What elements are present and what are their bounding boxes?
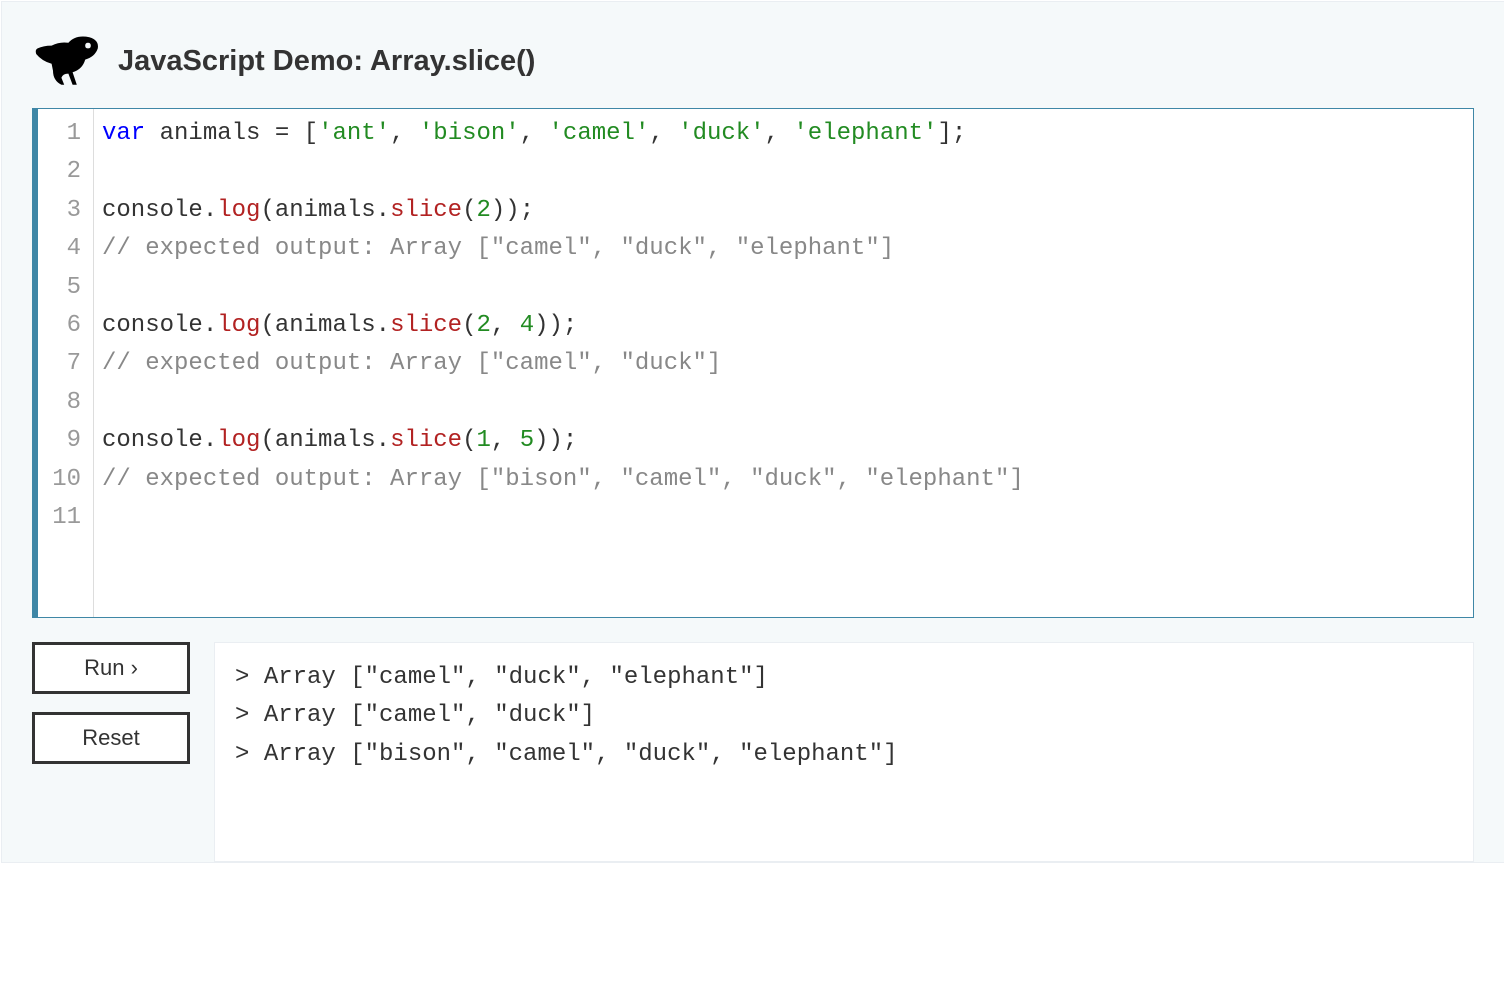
button-group: Run › Reset [32,642,190,764]
code-area[interactable]: var animals = ['ant', 'bison', 'camel', … [94,109,1473,617]
code-editor[interactable]: 1234567891011 var animals = ['ant', 'bis… [32,108,1474,618]
dino-logo-icon [32,32,102,90]
line-number: 3 [38,192,87,230]
code-line[interactable] [102,499,1465,537]
code-line[interactable]: console.log(animals.slice(1, 5)); [102,422,1465,460]
line-number: 2 [38,153,87,191]
console-line: Array ["camel", "duck", "elephant"] [235,659,1453,697]
console-line: Array ["camel", "duck"] [235,697,1453,735]
console-line: Array ["bison", "camel", "duck", "elepha… [235,736,1453,774]
line-number: 10 [38,461,87,499]
line-number: 9 [38,422,87,460]
code-line[interactable]: // expected output: Array ["camel", "duc… [102,345,1465,383]
line-gutter: 1234567891011 [38,109,94,617]
code-line[interactable]: // expected output: Array ["camel", "duc… [102,230,1465,268]
bottom-panel: Run › Reset Array ["camel", "duck", "ele… [32,642,1474,862]
header: JavaScript Demo: Array.slice() [32,32,1474,90]
console-output: Array ["camel", "duck", "elephant"]Array… [214,642,1474,862]
demo-container: JavaScript Demo: Array.slice() 123456789… [1,1,1504,863]
code-line[interactable]: // expected output: Array ["bison", "cam… [102,461,1465,499]
line-number: 7 [38,345,87,383]
line-number: 6 [38,307,87,345]
code-line[interactable] [102,153,1465,191]
run-button[interactable]: Run › [32,642,190,694]
line-number: 11 [38,499,87,537]
code-line[interactable] [102,269,1465,307]
demo-title: JavaScript Demo: Array.slice() [118,45,535,78]
code-line[interactable]: var animals = ['ant', 'bison', 'camel', … [102,115,1465,153]
code-line[interactable] [102,384,1465,422]
code-line[interactable]: console.log(animals.slice(2, 4)); [102,307,1465,345]
code-line[interactable]: console.log(animals.slice(2)); [102,192,1465,230]
line-number: 5 [38,269,87,307]
line-number: 8 [38,384,87,422]
line-number: 1 [38,115,87,153]
reset-button[interactable]: Reset [32,712,190,764]
line-number: 4 [38,230,87,268]
